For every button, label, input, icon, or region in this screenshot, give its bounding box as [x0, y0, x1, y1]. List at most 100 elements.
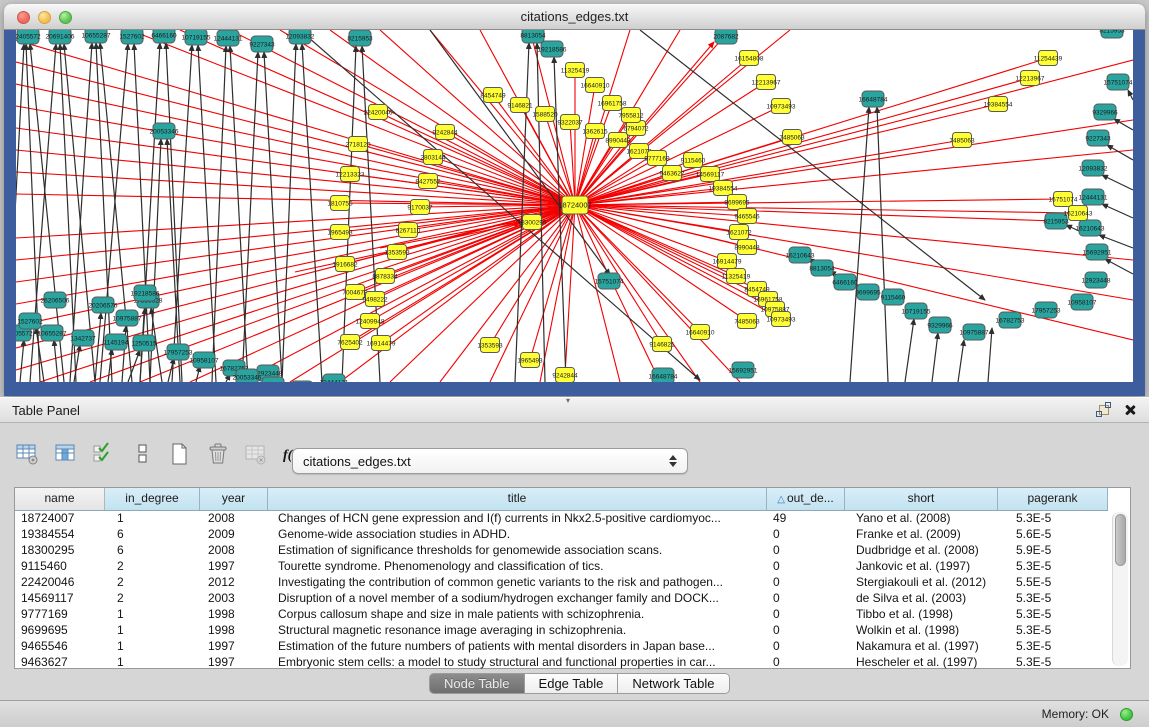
delete-table-button[interactable] [202, 439, 234, 469]
table-cell[interactable]: 18300295 [15, 542, 105, 558]
table-cell[interactable]: 0 [767, 558, 845, 574]
splitter-handle-icon[interactable]: ▾ [566, 396, 570, 405]
network-node[interactable]: 1621072 [726, 225, 752, 240]
network-node[interactable]: 9699695 [855, 284, 881, 300]
table-cell[interactable]: Genome-wide association studies in ADHD. [268, 526, 767, 542]
table-cell[interactable]: Embryonic stem cells: a model to study s… [268, 654, 767, 670]
table-cell[interactable]: 1 [105, 654, 200, 670]
float-panel-icon[interactable] [1095, 402, 1111, 418]
network-node[interactable]: 8878334 [372, 269, 398, 284]
table-cell[interactable]: 2008 [200, 542, 268, 558]
network-node[interactable]: 16210643 [1076, 220, 1105, 236]
network-node[interactable]: 10975887 [960, 324, 989, 340]
network-node[interactable]: 12444131 [214, 30, 243, 46]
table-cell[interactable]: 1 [105, 510, 200, 526]
close-panel-icon[interactable] [1123, 403, 1137, 417]
table-row[interactable]: 977716911998Corpus callosum shape and si… [15, 606, 1130, 622]
table-cell[interactable]: 1 [105, 606, 200, 622]
show-columns-button[interactable] [50, 439, 82, 469]
network-node[interactable]: 19218586 [538, 41, 567, 57]
network-node[interactable]: 2405572 [16, 30, 41, 44]
table-cell[interactable]: 0 [767, 654, 845, 670]
network-node[interactable]: 15751074 [1104, 74, 1133, 90]
table-cell[interactable]: 1997 [200, 638, 268, 654]
table-cell[interactable]: 5.6E-5 [998, 526, 1108, 542]
table-cell[interactable]: Corpus callosum shape and size in male p… [268, 606, 767, 622]
table-cell[interactable]: 5.3E-5 [998, 622, 1108, 638]
network-node[interactable]: 18724007 [558, 196, 591, 214]
table-cell[interactable]: 9115460 [15, 558, 105, 574]
table-cell[interactable]: 1997 [200, 558, 268, 574]
table-cell[interactable]: 49 [767, 510, 845, 526]
network-node[interactable]: 10958107 [190, 352, 219, 368]
create-table-button[interactable] [164, 439, 196, 469]
network-node[interactable]: 9465546 [734, 209, 760, 224]
network-node[interactable]: 8813054 [809, 260, 835, 276]
network-node[interactable]: 1527602 [17, 313, 43, 329]
network-node[interactable]: 7485063 [949, 133, 975, 148]
table-cell[interactable]: Yano et al. (2008) [845, 510, 998, 526]
network-node[interactable]: 17957253 [164, 344, 193, 360]
network-node[interactable]: 16648784 [649, 368, 678, 382]
table-cell[interactable]: 1 [105, 638, 200, 654]
network-node[interactable]: 9170037 [407, 200, 433, 215]
table-chooser-dropdown[interactable]: citations_edges.txt [292, 448, 688, 474]
network-node[interactable]: 1965493 [517, 353, 543, 368]
network-node[interactable]: 12444131 [1079, 189, 1108, 205]
network-node[interactable]: 9242844 [432, 125, 458, 140]
table-cell[interactable]: 5.3E-5 [998, 558, 1108, 574]
table-cell[interactable]: 0 [767, 590, 845, 606]
network-node[interactable]: 10655287 [82, 30, 111, 43]
network-node[interactable]: 8267110 [396, 223, 421, 238]
network-node[interactable]: 9227343 [1085, 130, 1111, 146]
network-node[interactable]: 1250515 [131, 335, 157, 351]
network-node[interactable]: 19218586 [131, 285, 160, 301]
column-header[interactable]: △out_de... [767, 488, 845, 510]
window-titlebar[interactable]: citations_edges.txt [4, 4, 1145, 30]
table-cell[interactable]: 2 [105, 590, 200, 606]
network-node[interactable]: 1965493 [327, 225, 353, 240]
network-node[interactable]: 10719155 [902, 303, 931, 319]
table-cell[interactable]: 2012 [200, 574, 268, 590]
table-cell[interactable]: Nakamura et al. (1997) [845, 638, 998, 654]
import-table-button[interactable] [240, 439, 272, 469]
table-row[interactable]: 1872400712008Changes of HCN gene express… [15, 510, 1130, 526]
network-node[interactable]: 9227343 [249, 36, 275, 52]
table-cell[interactable]: 9699695 [15, 622, 105, 638]
table-cell[interactable]: 5.5E-5 [998, 574, 1108, 590]
table-cell[interactable]: 6 [105, 542, 200, 558]
table-row[interactable]: 969969511998Structural magnetic resonanc… [15, 622, 1130, 638]
table-cell[interactable]: Franke et al. (2009) [845, 526, 998, 542]
table-cell[interactable]: 0 [767, 542, 845, 558]
network-node[interactable]: 9699695 [724, 195, 750, 210]
table-cell[interactable]: Structural magnetic resonance image aver… [268, 622, 767, 638]
network-node[interactable]: 10655287 [38, 325, 67, 341]
table-cell[interactable]: Wolkin et al. (1998) [845, 622, 998, 638]
network-node[interactable]: 20691406 [46, 30, 75, 44]
network-node[interactable]: 7485063 [779, 130, 805, 145]
table-cell[interactable]: 1997 [200, 654, 268, 670]
network-canvas[interactable]: 2405572206914061065528715276026466160107… [16, 30, 1133, 382]
network-node[interactable]: 8215953 [347, 30, 373, 46]
network-node[interactable]: 15751074 [595, 273, 624, 289]
network-node[interactable]: 9115460 [681, 153, 706, 168]
table-row[interactable]: 1938455462009Genome-wide association stu… [15, 526, 1130, 542]
network-node[interactable]: 12923448 [1082, 272, 1111, 288]
table-cell[interactable]: Jankovic et al. (1997) [845, 558, 998, 574]
network-node[interactable]: 6466160 [832, 274, 858, 290]
network-node[interactable]: 16210643 [786, 247, 815, 263]
network-node[interactable]: 16782753 [996, 312, 1025, 328]
network-node[interactable]: 9146821 [507, 98, 533, 113]
table-cell[interactable]: Tibbo et al. (1998) [845, 606, 998, 622]
table-scrollbar-thumb[interactable] [1115, 514, 1126, 566]
table-cell[interactable]: 14569117 [15, 590, 105, 606]
network-node[interactable]: 1353593 [477, 338, 503, 353]
network-node[interactable]: 9777169 [644, 151, 670, 166]
table-row[interactable]: 946554611997Estimation of the future num… [15, 638, 1130, 654]
table-cell[interactable]: 2003 [200, 590, 268, 606]
table-cell[interactable]: Estimation of the future numbers of pati… [268, 638, 767, 654]
network-node[interactable]: 8990448 [734, 240, 760, 255]
table-cell[interactable]: 5.3E-5 [998, 510, 1108, 526]
network-node[interactable]: 2718120 [345, 137, 371, 152]
network-node[interactable]: 20053346 [150, 123, 179, 139]
